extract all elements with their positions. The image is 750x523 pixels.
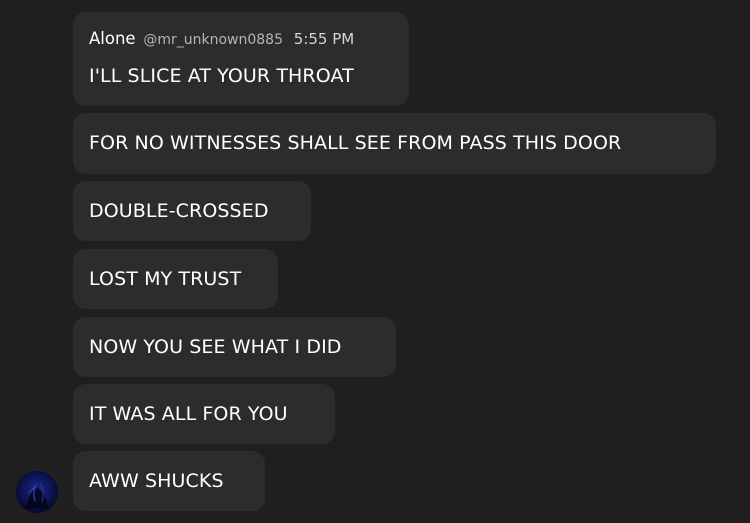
message-text: LOST MY TRUST [89, 268, 242, 290]
message-text: IT WAS ALL FOR YOU [89, 403, 288, 425]
message-bubble[interactable]: AWW SHUCKS [73, 451, 265, 511]
author-name[interactable]: Alone [89, 29, 136, 48]
chat-thread: Alone @mr_unknown0885 5:55 PM I'LL SLICE… [0, 0, 750, 523]
message-bubble[interactable]: IT WAS ALL FOR YOU [73, 384, 335, 444]
message-text: I'LL SLICE AT YOUR THROAT [89, 65, 354, 87]
message-text: DOUBLE-CROSSED [89, 200, 269, 222]
message-text: FOR NO WITNESSES SHALL SEE FROM PASS THI… [89, 132, 622, 154]
message-text: NOW YOU SEE WHAT I DID [89, 336, 342, 358]
message-bubble[interactable]: DOUBLE-CROSSED [73, 181, 311, 241]
message-bubble[interactable]: LOST MY TRUST [73, 249, 278, 309]
avatar[interactable] [16, 471, 58, 513]
message-header: Alone @mr_unknown0885 5:55 PM [89, 29, 354, 50]
avatar-image [16, 471, 58, 513]
message-bubble[interactable]: FOR NO WITNESSES SHALL SEE FROM PASS THI… [73, 113, 716, 174]
message-timestamp: 5:55 PM [293, 30, 355, 48]
author-handle[interactable]: @mr_unknown0885 [143, 32, 283, 48]
message-bubble-first[interactable]: Alone @mr_unknown0885 5:55 PM I'LL SLICE… [73, 12, 409, 106]
message-bubble[interactable]: NOW YOU SEE WHAT I DID [73, 317, 396, 377]
message-text: AWW SHUCKS [89, 470, 224, 492]
